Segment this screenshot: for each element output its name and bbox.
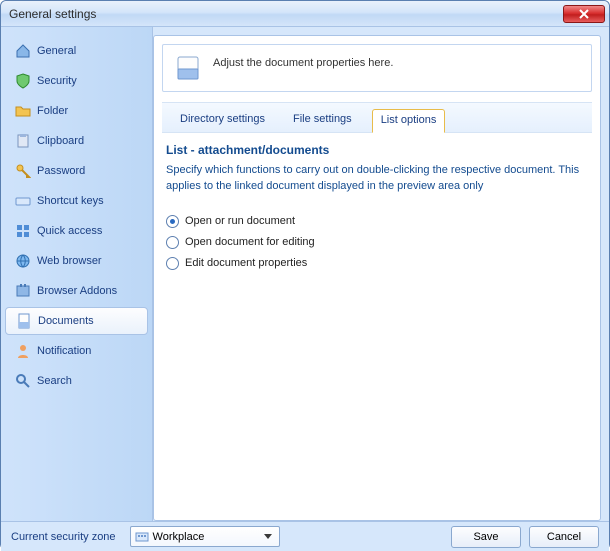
title-bar: General settings: [1, 1, 609, 27]
sidebar-item-label: Documents: [38, 315, 94, 327]
keyboard-icon: [15, 193, 31, 209]
sidebar-item-general[interactable]: General: [5, 37, 148, 65]
window-title: General settings: [9, 7, 563, 21]
sidebar-item-label: Search: [37, 375, 72, 387]
folder-icon: [15, 103, 31, 119]
user-icon: [15, 343, 31, 359]
sidebar-item-label: Quick access: [37, 225, 102, 237]
sidebar-item-folder[interactable]: Folder: [5, 97, 148, 125]
security-zone-dropdown[interactable]: Workplace: [130, 526, 280, 547]
addon-icon: [15, 283, 31, 299]
document-icon: [16, 313, 32, 329]
section-description: Specify which functions to carry out on …: [166, 163, 588, 195]
sidebar-item-notification[interactable]: Notification: [5, 337, 148, 365]
globe-icon: [15, 253, 31, 269]
sidebar-item-browser-addons[interactable]: Browser Addons: [5, 277, 148, 305]
zone-value: Workplace: [153, 531, 257, 543]
radio-button[interactable]: [166, 257, 179, 270]
clipboard-icon: [15, 133, 31, 149]
zone-label: Current security zone: [11, 531, 116, 543]
sidebar-item-label: Web browser: [37, 255, 102, 267]
close-icon: [579, 9, 589, 19]
shield-icon: [15, 73, 31, 89]
key-icon: [15, 163, 31, 179]
section-title: List - attachment/documents: [166, 143, 588, 157]
tab-directory-settings[interactable]: Directory settings: [172, 109, 273, 132]
sidebar-item-search[interactable]: Search: [5, 367, 148, 395]
sidebar-item-web-browser[interactable]: Web browser: [5, 247, 148, 275]
hint-box: Adjust the document properties here.: [162, 44, 592, 92]
radio-option-0[interactable]: Open or run document: [166, 215, 588, 228]
search-icon: [15, 373, 31, 389]
tab-strip: Directory settings File settings List opti…: [162, 102, 592, 133]
sidebar-item-label: Folder: [37, 105, 68, 117]
sidebar-item-label: General: [37, 45, 76, 57]
radio-option-1[interactable]: Open document for editing: [166, 236, 588, 249]
workplace-icon: [135, 530, 149, 544]
sidebar-item-label: Notification: [37, 345, 91, 357]
radio-label: Edit document properties: [185, 257, 307, 269]
sidebar-item-clipboard[interactable]: Clipboard: [5, 127, 148, 155]
grid-icon: [15, 223, 31, 239]
sidebar-item-label: Password: [37, 165, 85, 177]
footer-bar: Current security zone Workplace Save Can…: [1, 521, 609, 551]
sidebar-item-quick-access[interactable]: Quick access: [5, 217, 148, 245]
close-button[interactable]: [563, 5, 605, 23]
radio-button[interactable]: [166, 236, 179, 249]
sidebar-item-label: Shortcut keys: [37, 195, 104, 207]
document-hint-icon: [175, 55, 201, 81]
cancel-button[interactable]: Cancel: [529, 526, 599, 548]
sidebar-item-label: Browser Addons: [37, 285, 117, 297]
tab-file-settings[interactable]: File settings: [285, 109, 360, 132]
tab-list-options[interactable]: List options: [372, 109, 446, 133]
sidebar-item-password[interactable]: Password: [5, 157, 148, 185]
chevron-down-icon: [261, 534, 275, 539]
sidebar: General Security Folder Clipboard Password Sh…: [1, 27, 153, 521]
sidebar-item-shortcut-keys[interactable]: Shortcut keys: [5, 187, 148, 215]
save-button[interactable]: Save: [451, 526, 521, 548]
radio-label: Open or run document: [185, 215, 295, 227]
radio-label: Open document for editing: [185, 236, 315, 248]
sidebar-item-label: Clipboard: [37, 135, 84, 147]
home-icon: [15, 43, 31, 59]
main-panel: Adjust the document properties here. Dir…: [153, 35, 601, 521]
hint-text: Adjust the document properties here.: [213, 55, 393, 69]
sidebar-item-security[interactable]: Security: [5, 67, 148, 95]
sidebar-item-label: Security: [37, 75, 77, 87]
sidebar-item-documents[interactable]: Documents: [5, 307, 148, 335]
radio-option-2[interactable]: Edit document properties: [166, 257, 588, 270]
radio-group: Open or run document Open document for ed…: [162, 207, 592, 278]
radio-button[interactable]: [166, 215, 179, 228]
